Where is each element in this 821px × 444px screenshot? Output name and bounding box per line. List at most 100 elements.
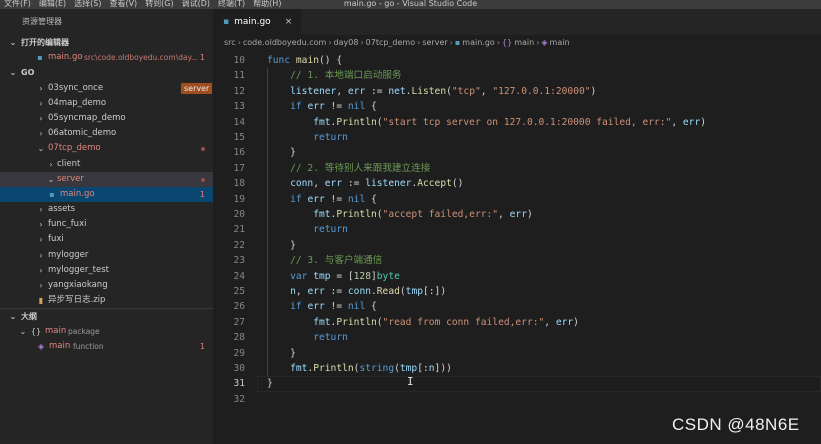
breadcrumb-src[interactable]: src xyxy=(224,38,236,47)
code-text[interactable]: fmt.Println(string(tmp[:n])) xyxy=(267,361,452,376)
code-line[interactable]: 17 // 2. 等待别人来跟我建立连接 xyxy=(213,161,821,176)
menu-goto[interactable]: 转到(G) xyxy=(141,0,177,8)
tree-folder-05syncmap-demo[interactable]: › 05syncmap_demo xyxy=(0,111,213,126)
code-line[interactable]: 21 return xyxy=(213,222,821,237)
code-text[interactable]: return xyxy=(267,222,348,237)
code-line[interactable]: 11 // 1. 本地端口启动服务 xyxy=(213,68,821,83)
go-file-icon: ▪ xyxy=(37,53,43,63)
code-text[interactable]: // 3. 与客户端通信 xyxy=(267,253,382,268)
go-file-icon: ▪ xyxy=(49,189,55,199)
code-line[interactable]: 26 if err != nil { xyxy=(213,299,821,314)
tree-folder-06atomic-demo[interactable]: › 06atomic_demo xyxy=(0,126,213,141)
menu-help[interactable]: 帮助(H) xyxy=(249,0,285,8)
menu-view[interactable]: 查看(V) xyxy=(105,0,141,8)
code-line[interactable]: 19 if err != nil { xyxy=(213,192,821,207)
code-line[interactable]: 32 xyxy=(213,392,821,407)
code-text[interactable]: // 1. 本地端口启动服务 xyxy=(267,68,401,83)
line-number: 15 xyxy=(233,132,245,143)
menu-terminal[interactable]: 终端(T) xyxy=(214,0,249,8)
code-line[interactable]: 27 fmt.Println("read from conn failed,er… xyxy=(213,315,821,330)
tree-folder-07tcp-demo[interactable]: ⌄ 07tcp_demo xyxy=(0,141,213,156)
line-number: 13 xyxy=(233,101,245,113)
code-line[interactable]: 20 fmt.Println("accept failed,err:", err… xyxy=(213,207,821,222)
tree-folder-assets[interactable]: › assets xyxy=(0,202,213,217)
code-line[interactable]: 16 } xyxy=(213,145,821,160)
open-editor-file-name: main.go xyxy=(48,52,83,63)
function-cube-icon: ◈ xyxy=(541,38,548,47)
code-line[interactable]: 14 fmt.Println("start tcp server on 127.… xyxy=(213,115,821,130)
code-text[interactable]: } xyxy=(267,238,296,253)
package-braces-icon: {} xyxy=(502,38,513,47)
code-line[interactable]: 22 } xyxy=(213,238,821,253)
breadcrumb-function-main[interactable]: main xyxy=(550,38,570,47)
code-text[interactable]: n, err := conn.Read(tmp[:]) xyxy=(267,284,446,299)
code-text[interactable]: if err != nil { xyxy=(267,299,377,314)
code-line[interactable]: 24 var tmp = [128]byte xyxy=(213,269,821,284)
open-editors-header[interactable]: ⌄ 打开的编辑器 xyxy=(0,35,213,50)
tree-folder-server[interactable]: ⌄ server xyxy=(0,171,213,187)
chevron-right-icon: › xyxy=(328,38,332,47)
code-text[interactable]: fmt.Println("start tcp server on 127.0.0… xyxy=(267,115,706,130)
code-editor[interactable]: 10 func main() {11 // 1. 本地端口启动服务 12 liste… xyxy=(213,52,821,444)
code-line[interactable]: 12 listener, err := net.Listen("tcp", "1… xyxy=(213,84,821,99)
tree-folder-fuxi[interactable]: › fuxi xyxy=(0,232,213,247)
line-number: 14 xyxy=(233,116,245,128)
code-text[interactable]: // 2. 等待别人来跟我建立连接 xyxy=(267,161,430,176)
code-text[interactable]: fmt.Println("read from conn failed,err:"… xyxy=(267,315,579,330)
code-line[interactable]: 23 // 3. 与客户端通信 xyxy=(213,253,821,268)
code-line[interactable]: 30 fmt.Println(string(tmp[:n])) xyxy=(213,361,821,376)
tree-folder-03sync-once[interactable]: › 03sync_once server xyxy=(0,81,213,96)
code-line[interactable]: 28 return xyxy=(213,330,821,345)
menu-selection[interactable]: 选择(S) xyxy=(70,0,105,8)
tree-folder-04map-demo[interactable]: › 04map_demo xyxy=(0,96,213,111)
tree-file-main-go[interactable]: ▪ main.go 1 xyxy=(0,186,213,203)
outline-item-function-main[interactable]: ◈ main function 1 xyxy=(0,339,213,354)
code-text[interactable]: listener, err := net.Listen("tcp", "127.… xyxy=(267,84,596,99)
tab-main-go[interactable]: ▪ main.go × xyxy=(213,9,301,35)
code-line[interactable]: 29 } xyxy=(213,346,821,361)
menu-file[interactable]: 文件(F) xyxy=(0,0,35,8)
line-number: 18 xyxy=(233,178,245,190)
tree-file-zip[interactable]: ▮ 异步写日志.zip xyxy=(0,293,213,308)
code-text[interactable]: } xyxy=(267,346,296,361)
code-text[interactable]: return xyxy=(267,130,348,145)
open-editor-item-main-go[interactable]: ▪ main.go src\code.oldboyedu.com\day... … xyxy=(0,50,213,65)
code-line[interactable]: 15 return xyxy=(213,130,821,145)
breadcrumb-server[interactable]: server xyxy=(422,38,447,47)
code-text[interactable]: fmt.Println("accept failed,err:", err) xyxy=(267,207,533,222)
outline-header[interactable]: ⌄ 大纲 xyxy=(0,308,213,323)
menu-edit[interactable]: 编辑(E) xyxy=(35,0,70,8)
line-number: 16 xyxy=(233,147,245,159)
code-text[interactable]: var tmp = [128]byte xyxy=(267,269,400,284)
chevron-down-icon: ⌄ xyxy=(9,38,17,47)
code-text[interactable]: if err != nil { xyxy=(267,192,377,207)
breadcrumb-package-main[interactable]: main xyxy=(514,38,534,47)
outline-item-package-main[interactable]: ⌄ {} main package xyxy=(0,324,213,339)
code-line[interactable]: 31} xyxy=(213,376,821,392)
code-line[interactable]: 13 if err != nil { xyxy=(213,99,821,114)
tree-folder-mylogger-test[interactable]: › mylogger_test xyxy=(0,263,213,278)
breadcrumb-domain[interactable]: code.oldboyedu.com xyxy=(243,38,326,47)
code-text[interactable]: return xyxy=(267,330,348,345)
menu-debug[interactable]: 调试(D) xyxy=(178,0,214,8)
code-line[interactable]: 10 func main() { xyxy=(213,53,821,68)
code-text[interactable]: func main() { xyxy=(267,53,342,68)
tree-folder-mylogger[interactable]: › mylogger xyxy=(0,248,213,263)
code-text[interactable]: if err != nil { xyxy=(267,99,377,114)
breadcrumb: src › code.oldboyedu.com › day08 › 07tcp_demo ›… xyxy=(213,35,821,50)
code-line[interactable]: 18 conn, err := listener.Accept() xyxy=(213,176,821,191)
tree-folder-client[interactable]: › client xyxy=(0,157,213,172)
chevron-right-icon: › xyxy=(449,38,453,47)
workspace-header[interactable]: ⌄ GO xyxy=(0,65,213,80)
breadcrumb-07tcp-demo[interactable]: 07tcp_demo xyxy=(366,38,415,47)
breadcrumb-day08[interactable]: day08 xyxy=(334,38,359,47)
code-text[interactable]: conn, err := listener.Accept() xyxy=(267,176,463,191)
breadcrumb-main-go[interactable]: main.go xyxy=(462,38,495,47)
code-text[interactable]: } xyxy=(267,145,296,160)
code-text[interactable]: } xyxy=(267,376,273,391)
line-number: 19 xyxy=(233,193,245,205)
code-line[interactable]: 25 n, err := conn.Read(tmp[:]) xyxy=(213,284,821,299)
tree-folder-func-fuxi[interactable]: › func_fuxi xyxy=(0,217,213,232)
close-icon[interactable]: × xyxy=(285,17,293,27)
tree-folder-yangxiaokang[interactable]: › yangxiaokang xyxy=(0,278,213,293)
